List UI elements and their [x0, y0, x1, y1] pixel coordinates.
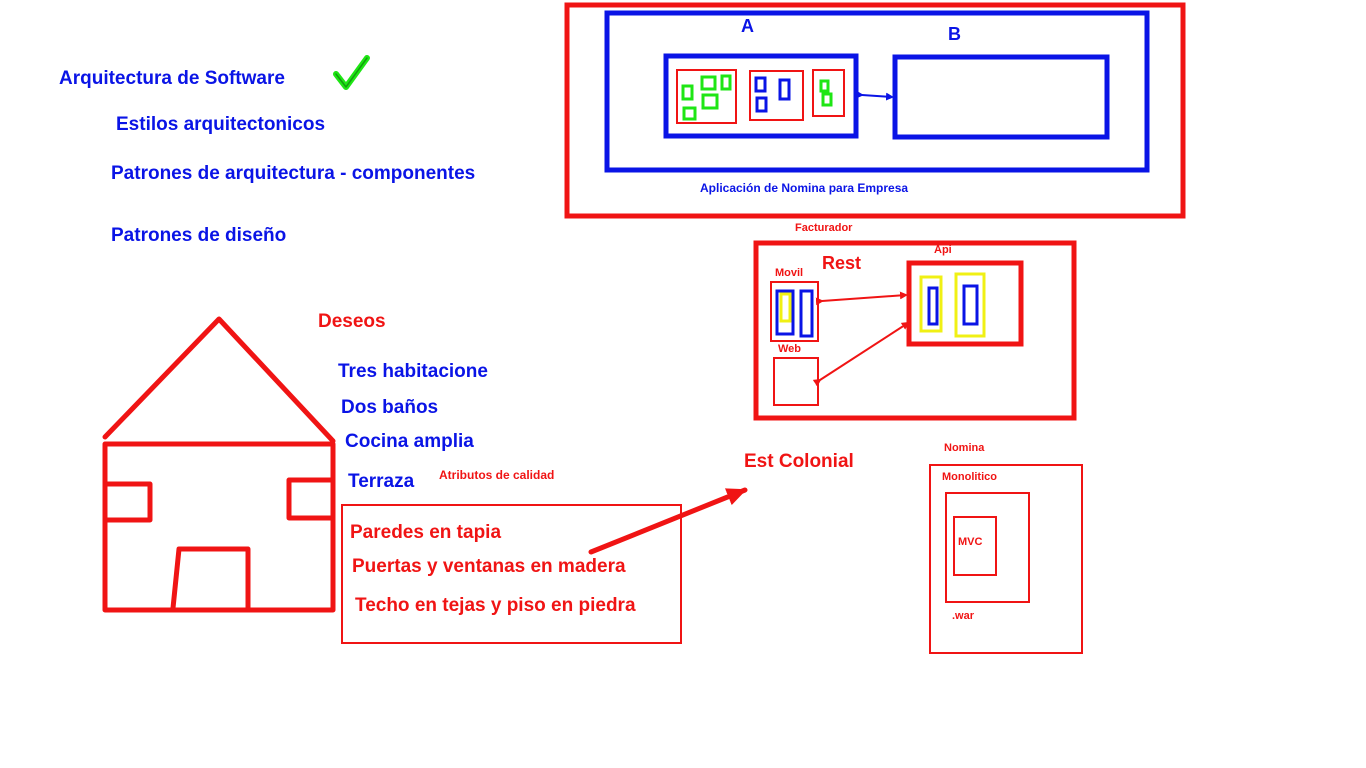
- api-part: [927, 286, 939, 326]
- module-part: [821, 92, 833, 107]
- mvc-label: MVC: [958, 536, 983, 548]
- module-part: [681, 84, 694, 101]
- style-arrow: [588, 487, 748, 555]
- war-label: .war: [952, 610, 975, 622]
- style-label: Est Colonial: [744, 451, 854, 472]
- attribute-item: Paredes en tapia: [350, 522, 502, 543]
- nomina-diagram: [929, 464, 1083, 654]
- house-drawing: [102, 316, 336, 613]
- movil-label: Movil: [775, 267, 804, 279]
- movil-part: [799, 289, 814, 338]
- movil-api-connector: [815, 291, 908, 306]
- api-part: [962, 284, 979, 326]
- rest-label: Rest: [822, 253, 862, 273]
- quality-attributes-label: Atributos de calidad: [439, 468, 555, 482]
- topic-arquitectura-software: Arquitectura de Software: [59, 68, 285, 89]
- house-body: [102, 441, 336, 613]
- a-b-connector: [855, 90, 894, 101]
- module-part: [720, 74, 732, 91]
- attribute-item: Techo en tejas y piso en piedra: [355, 595, 636, 616]
- attribute-item: Puertas y ventanas en madera: [352, 556, 626, 577]
- topic-estilos-arquitectonicos: Estilos arquitectonicos: [116, 114, 326, 135]
- facturador-box: [753, 240, 1077, 421]
- module-part: [819, 79, 830, 93]
- module-part: [682, 106, 697, 121]
- module-part: [701, 93, 719, 110]
- app-container-box: [604, 10, 1150, 173]
- web-api-connector: [812, 321, 910, 387]
- wish-item: Cocina amplia: [345, 431, 474, 452]
- web-box: [773, 357, 819, 406]
- component-b-box: [892, 54, 1110, 140]
- topic-patrones-diseno: Patrones de diseño: [111, 225, 287, 246]
- api-part: [954, 272, 986, 338]
- wish-item: Tres habitacione: [338, 361, 488, 382]
- facturador-diagram: [753, 240, 1077, 421]
- movil-part: [779, 292, 792, 323]
- module-part: [700, 75, 717, 91]
- monolitico-label: Monolitico: [942, 471, 997, 483]
- module-part: [754, 76, 767, 93]
- component-b-label: B: [948, 24, 961, 44]
- facturador-title: Facturador: [795, 222, 853, 234]
- module-part: [778, 78, 791, 101]
- check-mark-icon: [333, 55, 370, 90]
- deseos-heading: Deseos: [318, 311, 386, 332]
- nomina-title: Nomina: [944, 442, 985, 454]
- wish-item: Terraza: [348, 471, 415, 492]
- component-a-label: A: [741, 16, 754, 36]
- module-part: [755, 96, 768, 113]
- api-label: Api: [934, 244, 952, 256]
- house-window-left: [104, 481, 153, 523]
- wish-item: Dos baños: [341, 397, 439, 418]
- app-caption: Aplicación de Nomina para Empresa: [700, 181, 909, 195]
- web-label: Web: [778, 343, 802, 355]
- house-window-right: [286, 477, 334, 521]
- house-roof: [102, 316, 336, 444]
- house-door: [170, 546, 251, 613]
- topic-patrones-arquitectura: Patrones de arquitectura - componentes: [111, 163, 476, 184]
